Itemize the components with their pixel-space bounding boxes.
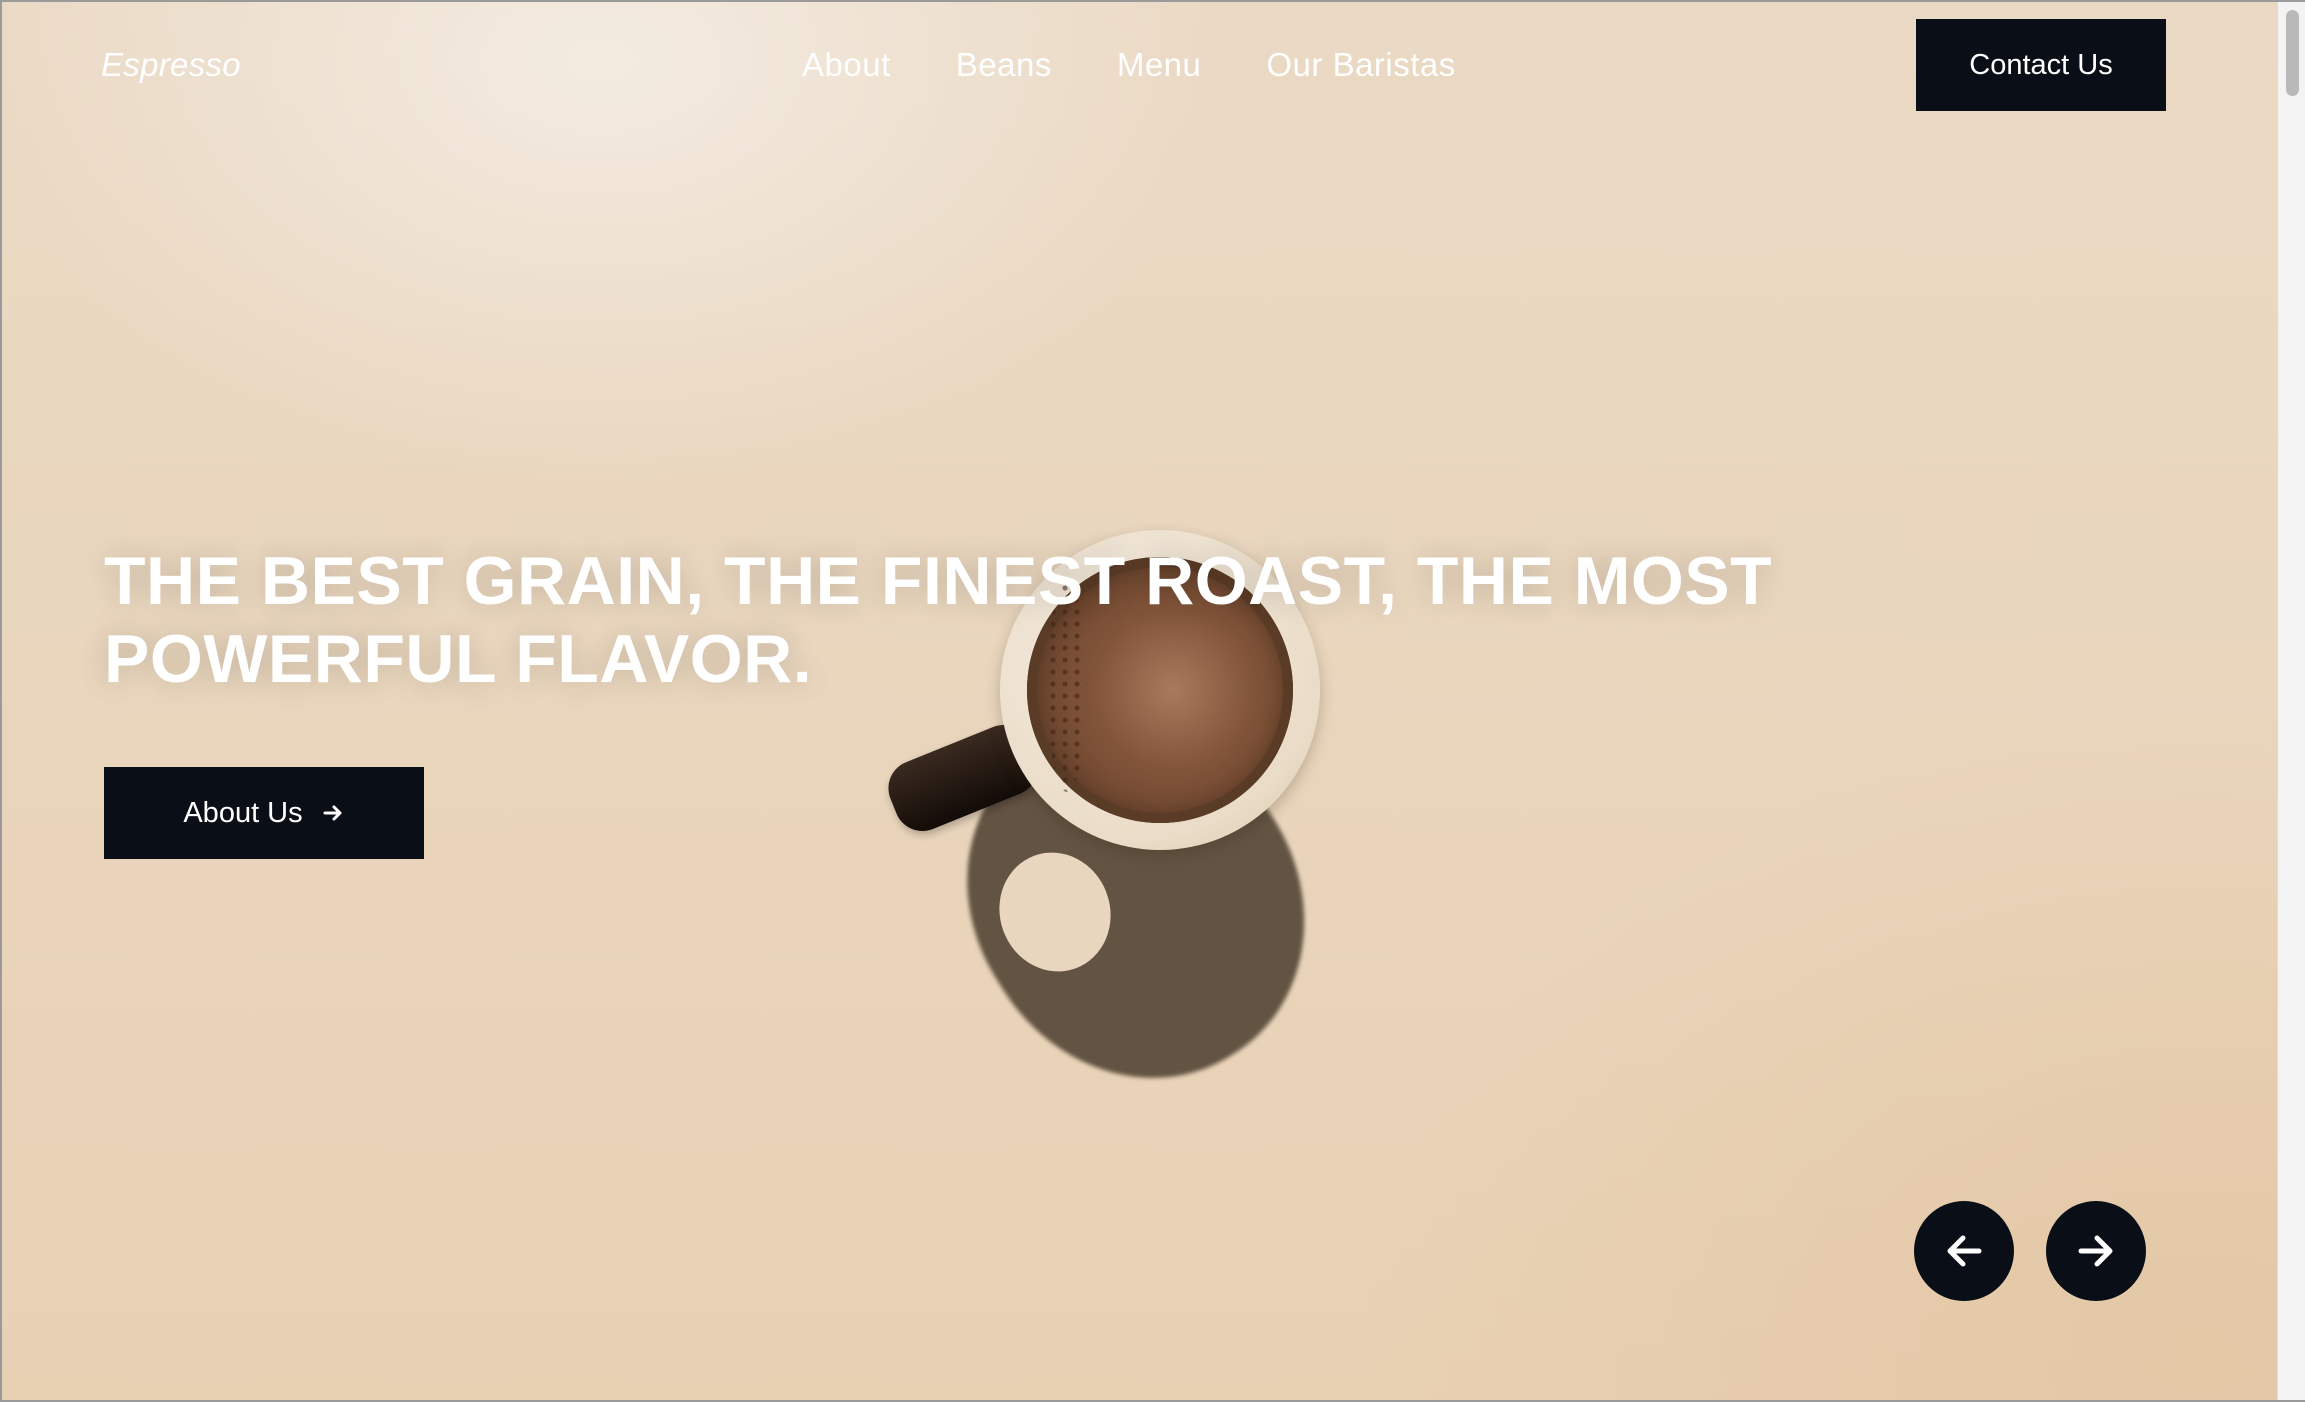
vertical-scrollbar[interactable] [2277,2,2305,1400]
about-us-label: About Us [183,796,303,829]
arrow-left-icon [1947,1235,1982,1267]
hero-section: Espresso About Beans Menu Our Baristas C… [2,2,2279,1400]
nav-item-menu[interactable]: Menu [1117,46,1202,84]
hero-headline: THE BEST GRAIN, THE FINEST ROAST, THE MO… [104,543,1773,697]
nav-item-about[interactable]: About [802,46,891,84]
arrow-right-icon [323,805,342,821]
nav-item-our-baristas[interactable]: Our Baristas [1266,46,1455,84]
arrow-right-icon [2078,1235,2113,1267]
main-nav: About Beans Menu Our Baristas [802,46,1456,84]
browser-viewport: Espresso About Beans Menu Our Baristas C… [0,0,2305,1402]
carousel-prev-button[interactable] [1914,1201,2014,1301]
nav-item-beans[interactable]: Beans [956,46,1052,84]
carousel-next-button[interactable] [2046,1201,2146,1301]
contact-us-button[interactable]: Contact Us [1916,19,2166,111]
about-us-button[interactable]: About Us [104,767,424,859]
scrollbar-thumb[interactable] [2286,10,2299,96]
brand-logo[interactable]: Espresso [101,46,241,84]
